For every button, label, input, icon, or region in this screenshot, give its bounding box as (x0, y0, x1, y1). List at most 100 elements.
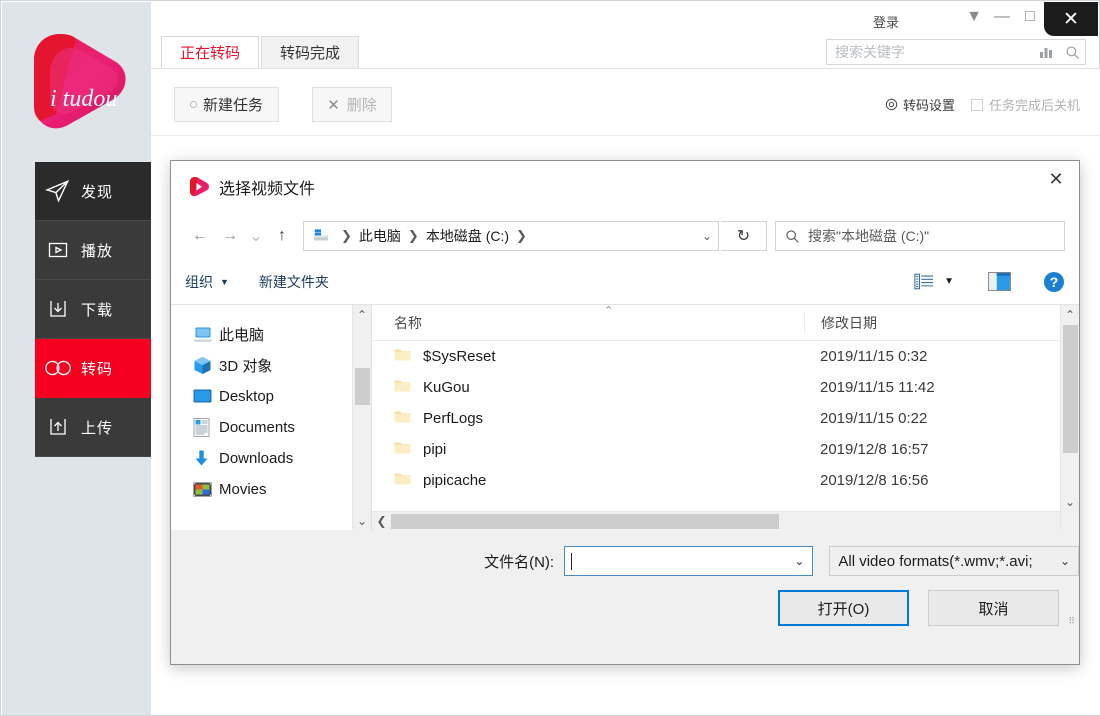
sidebar-item-upload[interactable]: 上传 (35, 398, 152, 457)
transcode-icon (35, 357, 81, 379)
folder-icon (394, 379, 411, 397)
close-button[interactable]: ✕ (1044, 2, 1098, 36)
file-date-cell: 2019/12/8 16:57 (820, 441, 929, 458)
gear-icon[interactable] (885, 98, 898, 111)
tree-item-documents[interactable]: Documents (171, 412, 371, 443)
list-view-icon[interactable]: ▼ (914, 273, 954, 290)
sidebar-item-download[interactable]: 下载 (35, 280, 152, 339)
dialog-button-row: 打开(O) 取消 (171, 576, 1079, 626)
tree-item-movies[interactable]: Movies (171, 474, 371, 505)
tab-transcoding[interactable]: 正在转码 (161, 36, 260, 68)
shutdown-label[interactable]: 任务完成后关机 (989, 95, 1080, 114)
dialog-close-button[interactable]: ✕ (1033, 161, 1079, 197)
filename-label: 文件名(N): (484, 553, 555, 571)
sidebar-label-play: 播放 (81, 242, 114, 260)
dialog-body: 此电脑 3D 对象 Desktop Documents Downloads Mo… (171, 305, 1079, 530)
column-header-date[interactable]: 修改日期 (804, 312, 877, 333)
text-caret (571, 552, 573, 570)
up-icon[interactable]: ↑ (267, 221, 297, 251)
tree-item-desktop[interactable]: Desktop (171, 381, 371, 412)
back-icon[interactable]: ← (185, 221, 215, 251)
file-type-filter-combobox[interactable]: All video formats(*.wmv;*.avi; ⌄ (829, 546, 1079, 576)
resize-grip[interactable]: ⠿ (1068, 617, 1075, 626)
dialog-search-box[interactable]: 搜索"本地磁盘 (C:)" (775, 221, 1065, 251)
maximize-button[interactable]: □ (1016, 2, 1044, 32)
chevron-down-icon[interactable]: ▼ (944, 276, 954, 287)
delete-button[interactable]: ✕ 删除 (312, 87, 392, 122)
scrollbar-thumb[interactable] (1063, 325, 1078, 453)
plus-circle-icon (189, 101, 197, 108)
folder-icon (394, 441, 411, 459)
minimize-button[interactable]: — (988, 2, 1016, 32)
tree-item-this-pc[interactable]: 此电脑 (171, 319, 371, 350)
documents-icon (193, 418, 219, 437)
cancel-button[interactable]: 取消 (928, 590, 1059, 626)
scroll-down-icon[interactable]: ⌄ (353, 511, 372, 530)
dialog-title-bar: 选择视频文件 ✕ (171, 161, 1079, 213)
itudou-small-logo-icon (187, 175, 211, 199)
transcode-settings-label[interactable]: 转码设置 (903, 95, 955, 114)
chevron-down-icon[interactable]: ⌄ (692, 229, 712, 243)
tree-item-3d-objects[interactable]: 3D 对象 (171, 350, 371, 381)
refresh-button[interactable]: ↻ (721, 221, 767, 251)
chevron-down-icon: ⌄ (1059, 554, 1070, 568)
tab-completed[interactable]: 转码完成 (261, 36, 360, 68)
sidebar-item-play[interactable]: 播放 (35, 221, 152, 280)
file-name-cell: PerfLogs (372, 410, 804, 428)
open-button[interactable]: 打开(O) (778, 590, 909, 626)
tree-label-this-pc: 此电脑 (219, 327, 265, 344)
file-list-header: 名称 修改日期 ⌃ (372, 305, 1079, 341)
app-search-box[interactable] (826, 39, 1086, 65)
table-row[interactable]: pipi 2019/12/8 16:57 (372, 434, 1079, 465)
tree-vertical-scrollbar[interactable]: ⌃ ⌄ (352, 305, 371, 530)
sidebar-item-transcode[interactable]: 转码 (35, 339, 152, 398)
table-row[interactable]: PerfLogs 2019/11/15 0:22 (372, 403, 1079, 434)
search-icon[interactable] (1059, 45, 1085, 60)
chart-icon[interactable] (1033, 45, 1059, 59)
sidebar-label-download: 下载 (81, 301, 114, 319)
file-list-vertical-scrollbar[interactable]: ⌃ ⌄ (1060, 305, 1079, 530)
login-link[interactable]: 登录 (873, 12, 899, 31)
file-list-horizontal-scrollbar[interactable]: ❮ ❯ (372, 511, 1079, 530)
table-row[interactable]: KuGou 2019/11/15 11:42 (372, 372, 1079, 403)
column-header-name[interactable]: 名称 (372, 313, 804, 333)
shutdown-checkbox[interactable] (970, 98, 983, 111)
chevron-down-icon: ▼ (220, 276, 229, 287)
scrollbar-thumb[interactable] (391, 513, 779, 529)
dialog-footer: 文件名(N): ⌄ All video formats(*.wmv;*.avi;… (171, 530, 1079, 626)
scroll-down-icon[interactable]: ⌄ (1061, 492, 1080, 511)
scroll-up-icon[interactable]: ⌃ (1061, 305, 1080, 324)
address-bar[interactable]: ❯ 此电脑 ❯ 本地磁盘 (C:) ❯ ⌄ (303, 221, 719, 251)
search-input[interactable] (827, 43, 1033, 61)
new-task-button[interactable]: 新建任务 (174, 87, 279, 122)
tree-item-downloads[interactable]: Downloads (171, 443, 371, 474)
svg-text:?: ? (1050, 274, 1059, 290)
scrollbar-track[interactable] (391, 512, 1060, 531)
sidebar-item-discover[interactable]: 发现 (35, 162, 152, 221)
file-date-cell: 2019/11/15 11:42 (820, 379, 935, 396)
recent-locations-icon[interactable]: ⌄ (245, 221, 267, 251)
file-list-pane: 名称 修改日期 ⌃ $SysReset 2019/11/15 0:32 KuGo… (372, 305, 1079, 530)
filename-input[interactable]: ⌄ (564, 546, 814, 576)
breadcrumb-local-disk[interactable]: 本地磁盘 (C:) (426, 226, 509, 246)
scroll-up-icon[interactable]: ⌃ (353, 305, 372, 324)
breadcrumb-this-pc[interactable]: 此电脑 (359, 226, 401, 246)
scroll-left-icon[interactable]: ❮ (372, 514, 391, 528)
table-row[interactable]: pipicache 2019/12/8 16:56 (372, 465, 1079, 496)
upload-icon (35, 415, 81, 439)
breadcrumb-separator: ❯ (516, 228, 527, 243)
chevron-down-icon[interactable]: ⌄ (794, 554, 812, 568)
scrollbar-thumb[interactable] (355, 368, 370, 405)
app-left-panel: i tudou 发现 播放 下载 转码 上传 (2, 2, 152, 715)
download-icon (35, 297, 81, 321)
preview-pane-icon[interactable] (988, 272, 1011, 291)
view-options-group: ▼ ? (914, 271, 1065, 293)
organize-button[interactable]: 组织 ▼ (185, 272, 229, 292)
help-icon[interactable]: ? (1043, 271, 1065, 293)
table-row[interactable]: $SysReset 2019/11/15 0:32 (372, 341, 1079, 372)
forward-icon[interactable]: → (215, 221, 245, 251)
sidebar-label-transcode: 转码 (81, 360, 114, 378)
new-folder-button[interactable]: 新建文件夹 (259, 272, 329, 292)
new-task-label: 新建任务 (202, 97, 263, 114)
dropdown-icon[interactable]: ▼ (960, 2, 988, 32)
